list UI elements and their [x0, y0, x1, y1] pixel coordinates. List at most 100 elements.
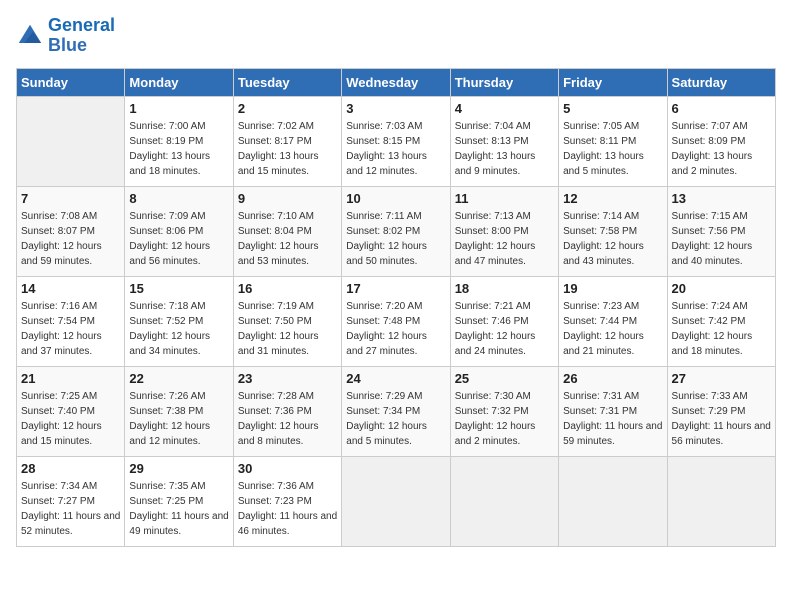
day-info: Sunrise: 7:33 AMSunset: 7:29 PMDaylight:… — [672, 389, 771, 449]
calendar-cell: 21 Sunrise: 7:25 AMSunset: 7:40 PMDayligh… — [17, 366, 125, 456]
day-info: Sunrise: 7:07 AMSunset: 8:09 PMDaylight:… — [672, 119, 771, 179]
calendar-body: 1 Sunrise: 7:00 AMSunset: 8:19 PMDaylight… — [17, 96, 776, 546]
day-info: Sunrise: 7:15 AMSunset: 7:56 PMDaylight:… — [672, 209, 771, 269]
day-number: 9 — [238, 191, 337, 206]
calendar-cell: 2 Sunrise: 7:02 AMSunset: 8:17 PMDaylight… — [233, 96, 341, 186]
calendar-cell: 18 Sunrise: 7:21 AMSunset: 7:46 PMDayligh… — [450, 276, 558, 366]
day-info: Sunrise: 7:10 AMSunset: 8:04 PMDaylight:… — [238, 209, 337, 269]
day-number: 11 — [455, 191, 554, 206]
calendar-cell: 11 Sunrise: 7:13 AMSunset: 8:00 PMDayligh… — [450, 186, 558, 276]
day-info: Sunrise: 7:21 AMSunset: 7:46 PMDaylight:… — [455, 299, 554, 359]
day-info: Sunrise: 7:14 AMSunset: 7:58 PMDaylight:… — [563, 209, 662, 269]
day-info: Sunrise: 7:08 AMSunset: 8:07 PMDaylight:… — [21, 209, 120, 269]
week-row-5: 28 Sunrise: 7:34 AMSunset: 7:27 PMDayligh… — [17, 456, 776, 546]
day-info: Sunrise: 7:25 AMSunset: 7:40 PMDaylight:… — [21, 389, 120, 449]
week-row-2: 7 Sunrise: 7:08 AMSunset: 8:07 PMDaylight… — [17, 186, 776, 276]
day-number: 25 — [455, 371, 554, 386]
day-number: 6 — [672, 101, 771, 116]
day-number: 26 — [563, 371, 662, 386]
day-number: 4 — [455, 101, 554, 116]
day-number: 10 — [346, 191, 445, 206]
day-header-monday: Monday — [125, 68, 233, 96]
day-info: Sunrise: 7:04 AMSunset: 8:13 PMDaylight:… — [455, 119, 554, 179]
calendar-cell — [667, 456, 775, 546]
calendar-cell: 7 Sunrise: 7:08 AMSunset: 8:07 PMDaylight… — [17, 186, 125, 276]
day-number: 8 — [129, 191, 228, 206]
day-number: 24 — [346, 371, 445, 386]
day-header-tuesday: Tuesday — [233, 68, 341, 96]
day-number: 27 — [672, 371, 771, 386]
day-number: 20 — [672, 281, 771, 296]
day-number: 21 — [21, 371, 120, 386]
day-info: Sunrise: 7:20 AMSunset: 7:48 PMDaylight:… — [346, 299, 445, 359]
day-info: Sunrise: 7:16 AMSunset: 7:54 PMDaylight:… — [21, 299, 120, 359]
day-info: Sunrise: 7:26 AMSunset: 7:38 PMDaylight:… — [129, 389, 228, 449]
calendar-cell: 15 Sunrise: 7:18 AMSunset: 7:52 PMDayligh… — [125, 276, 233, 366]
day-number: 18 — [455, 281, 554, 296]
day-number: 29 — [129, 461, 228, 476]
day-header-wednesday: Wednesday — [342, 68, 450, 96]
calendar-cell: 24 Sunrise: 7:29 AMSunset: 7:34 PMDayligh… — [342, 366, 450, 456]
day-info: Sunrise: 7:24 AMSunset: 7:42 PMDaylight:… — [672, 299, 771, 359]
day-number: 3 — [346, 101, 445, 116]
day-number: 7 — [21, 191, 120, 206]
calendar-cell: 30 Sunrise: 7:36 AMSunset: 7:23 PMDayligh… — [233, 456, 341, 546]
day-number: 1 — [129, 101, 228, 116]
calendar-cell: 29 Sunrise: 7:35 AMSunset: 7:25 PMDayligh… — [125, 456, 233, 546]
day-number: 22 — [129, 371, 228, 386]
logo-icon — [16, 22, 44, 50]
day-number: 16 — [238, 281, 337, 296]
day-info: Sunrise: 7:02 AMSunset: 8:17 PMDaylight:… — [238, 119, 337, 179]
calendar-cell: 22 Sunrise: 7:26 AMSunset: 7:38 PMDayligh… — [125, 366, 233, 456]
page-header: General Blue — [16, 16, 776, 56]
calendar-cell: 3 Sunrise: 7:03 AMSunset: 8:15 PMDaylight… — [342, 96, 450, 186]
day-number: 30 — [238, 461, 337, 476]
calendar-cell: 27 Sunrise: 7:33 AMSunset: 7:29 PMDayligh… — [667, 366, 775, 456]
day-info: Sunrise: 7:36 AMSunset: 7:23 PMDaylight:… — [238, 479, 337, 539]
day-info: Sunrise: 7:11 AMSunset: 8:02 PMDaylight:… — [346, 209, 445, 269]
day-info: Sunrise: 7:35 AMSunset: 7:25 PMDaylight:… — [129, 479, 228, 539]
calendar-cell: 12Sunrise: 7:14 AMSunset: 7:58 PMDayligh… — [559, 186, 667, 276]
day-number: 15 — [129, 281, 228, 296]
calendar-cell: 8 Sunrise: 7:09 AMSunset: 8:06 PMDaylight… — [125, 186, 233, 276]
calendar-cell: 23 Sunrise: 7:28 AMSunset: 7:36 PMDayligh… — [233, 366, 341, 456]
week-row-4: 21 Sunrise: 7:25 AMSunset: 7:40 PMDayligh… — [17, 366, 776, 456]
calendar-cell: 1 Sunrise: 7:00 AMSunset: 8:19 PMDaylight… — [125, 96, 233, 186]
day-info: Sunrise: 7:03 AMSunset: 8:15 PMDaylight:… — [346, 119, 445, 179]
day-info: Sunrise: 7:13 AMSunset: 8:00 PMDaylight:… — [455, 209, 554, 269]
calendar-cell: 5Sunrise: 7:05 AMSunset: 8:11 PMDaylight… — [559, 96, 667, 186]
day-header-thursday: Thursday — [450, 68, 558, 96]
day-number: 14 — [21, 281, 120, 296]
day-number: 23 — [238, 371, 337, 386]
day-info: Sunrise: 7:23 AMSunset: 7:44 PMDaylight:… — [563, 299, 662, 359]
calendar-header-row: SundayMondayTuesdayWednesdayThursdayFrid… — [17, 68, 776, 96]
logo: General Blue — [16, 16, 115, 56]
calendar-cell: 20 Sunrise: 7:24 AMSunset: 7:42 PMDayligh… — [667, 276, 775, 366]
calendar-cell: 26Sunrise: 7:31 AMSunset: 7:31 PMDayligh… — [559, 366, 667, 456]
calendar-cell: 14 Sunrise: 7:16 AMSunset: 7:54 PMDayligh… — [17, 276, 125, 366]
logo-text: General Blue — [48, 16, 115, 56]
week-row-3: 14 Sunrise: 7:16 AMSunset: 7:54 PMDayligh… — [17, 276, 776, 366]
day-info: Sunrise: 7:19 AMSunset: 7:50 PMDaylight:… — [238, 299, 337, 359]
calendar-cell: 19Sunrise: 7:23 AMSunset: 7:44 PMDayligh… — [559, 276, 667, 366]
day-info: Sunrise: 7:00 AMSunset: 8:19 PMDaylight:… — [129, 119, 228, 179]
day-info: Sunrise: 7:28 AMSunset: 7:36 PMDaylight:… — [238, 389, 337, 449]
calendar-cell — [450, 456, 558, 546]
calendar-cell: 25Sunrise: 7:30 AMSunset: 7:32 PMDayligh… — [450, 366, 558, 456]
day-number: 2 — [238, 101, 337, 116]
calendar-cell: 6 Sunrise: 7:07 AMSunset: 8:09 PMDaylight… — [667, 96, 775, 186]
calendar-cell: 16 Sunrise: 7:19 AMSunset: 7:50 PMDayligh… — [233, 276, 341, 366]
calendar-cell: 13Sunrise: 7:15 AMSunset: 7:56 PMDayligh… — [667, 186, 775, 276]
day-number: 28 — [21, 461, 120, 476]
day-info: Sunrise: 7:09 AMSunset: 8:06 PMDaylight:… — [129, 209, 228, 269]
day-header-friday: Friday — [559, 68, 667, 96]
day-info: Sunrise: 7:29 AMSunset: 7:34 PMDaylight:… — [346, 389, 445, 449]
day-number: 5 — [563, 101, 662, 116]
calendar-cell — [17, 96, 125, 186]
calendar-cell: 9 Sunrise: 7:10 AMSunset: 8:04 PMDaylight… — [233, 186, 341, 276]
day-info: Sunrise: 7:18 AMSunset: 7:52 PMDaylight:… — [129, 299, 228, 359]
calendar-cell: 4 Sunrise: 7:04 AMSunset: 8:13 PMDaylight… — [450, 96, 558, 186]
week-row-1: 1 Sunrise: 7:00 AMSunset: 8:19 PMDaylight… — [17, 96, 776, 186]
day-info: Sunrise: 7:34 AMSunset: 7:27 PMDaylight:… — [21, 479, 120, 539]
day-header-sunday: Sunday — [17, 68, 125, 96]
